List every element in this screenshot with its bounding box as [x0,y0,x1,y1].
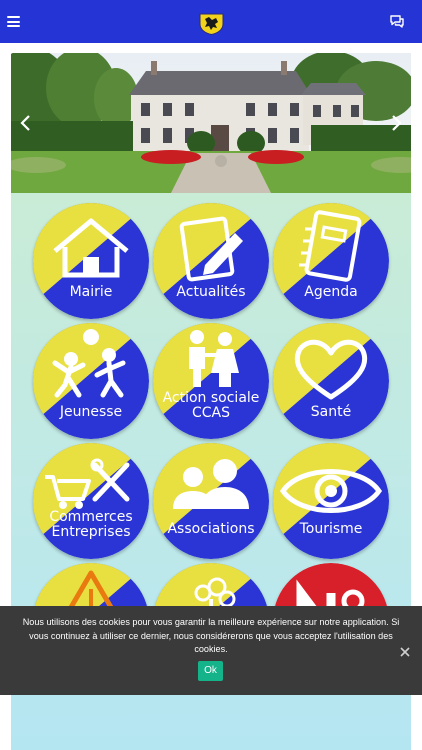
tile-label-2: Entreprises [51,524,131,540]
hero-slider[interactable] [11,53,411,193]
cookie-ok-button[interactable]: Ok [198,661,223,681]
tile-associations[interactable]: Associations [153,443,269,559]
tile-label: Jeunesse [59,404,123,420]
tile-actualites[interactable]: Actualités [153,203,269,319]
crest-icon[interactable] [199,13,224,35]
tile-label: Santé [310,404,352,420]
tile-label: Actualités [176,284,246,300]
chat-icon[interactable] [389,14,405,29]
tile-label: Mairie [69,284,113,300]
people-icon [173,459,249,509]
house-icon [53,218,129,278]
notepad-pencil-icon [179,216,243,282]
tile-action-sociale[interactable]: Action sociale CCAS [153,323,269,439]
tile-jeunesse[interactable]: Jeunesse [33,323,149,439]
chevron-right-icon[interactable] [386,111,406,135]
tile-commerces[interactable]: Commerces Entreprises [33,443,149,559]
tile-label: Associations [167,521,255,537]
cookie-banner: Nous utilisons des cookies pour vous gar… [0,606,422,695]
eye-icon [279,469,383,513]
cart-tools-icon [45,458,130,509]
hamburger-icon[interactable] [7,16,20,27]
tile-sante[interactable]: Santé [273,323,389,439]
tile-label: Tourisme [299,521,363,537]
heart-icon [294,339,368,400]
couple-icon [189,330,239,387]
tile-tourisme[interactable]: Tourisme [273,443,389,559]
tile-label-2: CCAS [191,405,230,421]
tile-mairie[interactable]: Mairie [33,203,149,319]
chevron-left-icon[interactable] [16,111,36,135]
notebook-icon [299,210,362,282]
tile-label: Commerces [49,509,133,525]
tile-agenda[interactable]: Agenda [273,203,389,319]
close-icon[interactable] [398,645,412,659]
tile-label: Agenda [304,284,358,300]
tile-label: Action sociale [162,390,260,406]
top-bar [0,0,422,43]
chateau-photo [11,53,411,193]
children-icon [52,329,126,398]
cookie-message: Nous utilisons des cookies pour vous gar… [22,617,400,654]
